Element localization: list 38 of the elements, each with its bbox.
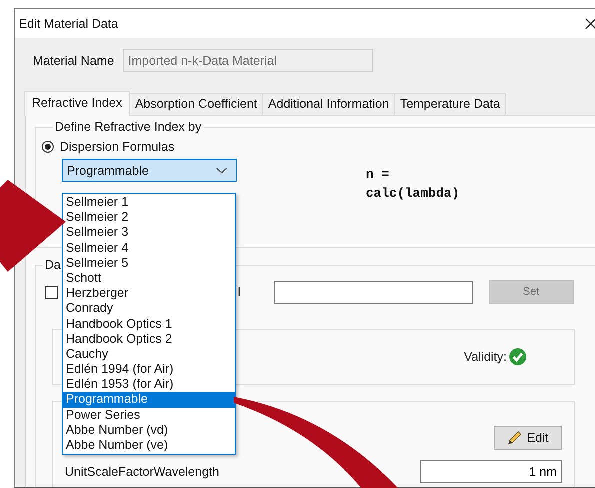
dropdown-option[interactable]: Power Series [63, 408, 235, 423]
dropdown-option[interactable]: Sellmeier 5 [63, 256, 235, 271]
unit-scale-field[interactable]: 1 nm [420, 460, 562, 483]
dropdown-option[interactable]: Handbook Optics 2 [63, 332, 235, 347]
formula-text: calc(lambda) [366, 185, 460, 203]
dropdown-option[interactable]: Programmable [63, 392, 235, 408]
tab[interactable]: Refractive Index [24, 91, 130, 116]
group-title: Da [44, 258, 62, 272]
dropdown-option[interactable]: Sellmeier 3 [63, 225, 235, 241]
window-title: Edit Material Data [19, 16, 118, 30]
unit-scale-label: UnitScaleFactorWavelength [65, 464, 220, 478]
dropdown-option[interactable]: Sellmeier 2 [63, 210, 235, 226]
group-title: Define Refractive Index by [54, 120, 203, 134]
radio-label[interactable]: Dispersion Formulas [60, 140, 175, 154]
formula-text: n = [366, 166, 390, 184]
dropdown-option[interactable]: Sellmeier 1 [63, 195, 235, 210]
radio-button[interactable] [42, 141, 54, 153]
dropdown-option[interactable]: Schott [63, 270, 235, 286]
dropdown-option[interactable]: Abbe Number (ve) [63, 438, 235, 454]
input-field[interactable] [274, 280, 473, 304]
dropdown-option[interactable]: Edlén 1994 (for Air) [63, 362, 235, 378]
dropdown-option[interactable]: Conrady [63, 301, 235, 316]
dropdown-option[interactable]: Sellmeier 4 [63, 240, 235, 256]
chevron-down-icon [216, 166, 228, 174]
edit-button[interactable]: Edit [494, 426, 562, 450]
checkbox[interactable] [45, 286, 58, 298]
dropdown-option[interactable]: Herzberger [63, 286, 235, 302]
tab[interactable]: Temperature Data [394, 93, 506, 115]
close-icon[interactable] [585, 18, 595, 30]
material-name-label: Material Name [33, 54, 114, 68]
pencil-icon [507, 430, 524, 446]
dropdown-option[interactable]: Cauchy [63, 346, 235, 362]
validity-label: Validity: [464, 350, 507, 364]
checkbox-label: l [238, 285, 241, 299]
dropdown-option[interactable]: Edlén 1953 (for Air) [63, 377, 235, 392]
dropdown-option[interactable]: Abbe Number (vd) [63, 422, 235, 438]
dropdown-option[interactable]: Handbook Optics 1 [63, 316, 235, 332]
formula-dropdown[interactable]: Programmable [62, 159, 237, 182]
